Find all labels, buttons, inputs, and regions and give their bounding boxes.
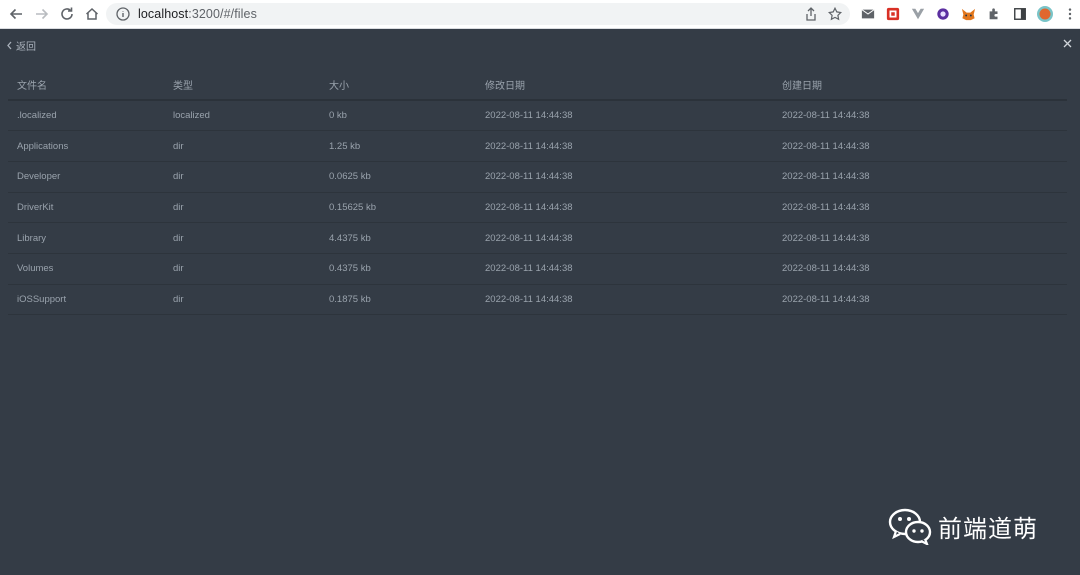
cell-created: 2022-08-11 14:44:38 — [773, 192, 1067, 224]
cell-created: 2022-08-11 14:44:38 — [773, 100, 1067, 132]
cell-type: dir — [164, 161, 320, 193]
back-label: 返回 — [16, 42, 36, 53]
url-host: localhost — [138, 7, 189, 21]
address-bar[interactable]: localhost:3200/#/files — [106, 3, 850, 25]
header-created[interactable]: 创建日期 — [773, 70, 1067, 101]
url-text[interactable]: localhost:3200/#/files — [138, 7, 257, 21]
file-browser-page: 返回 文件名 类型 大小 修改日期 创建日期 .localized locali… — [0, 29, 1080, 575]
profile-avatar[interactable] — [1037, 6, 1053, 22]
close-icon[interactable] — [1063, 39, 1072, 48]
cell-modified: 2022-08-11 14:44:38 — [476, 192, 773, 224]
cell-size: 1.25 kb — [320, 130, 476, 162]
cell-type: dir — [164, 284, 320, 316]
cell-type: dir — [164, 222, 320, 254]
cell-modified: 2022-08-11 14:44:38 — [476, 253, 773, 285]
cell-name: iOSSupport — [8, 284, 164, 316]
extension-purple-icon[interactable] — [935, 6, 951, 22]
more-menu-icon[interactable] — [1062, 6, 1078, 22]
header-type[interactable]: 类型 — [164, 70, 320, 101]
forward-arrow-icon[interactable] — [32, 4, 52, 24]
table-header-row: 文件名 类型 大小 修改日期 创建日期 — [8, 70, 1067, 101]
cell-created: 2022-08-11 14:44:38 — [773, 222, 1067, 254]
browser-toolbar: localhost:3200/#/files — [0, 0, 1080, 29]
cell-type: localized — [164, 100, 320, 132]
share-icon[interactable] — [804, 7, 818, 21]
cell-modified: 2022-08-11 14:44:38 — [476, 100, 773, 132]
cell-size: 0.4375 kb — [320, 253, 476, 285]
table-row[interactable]: DriverKit dir 0.15625 kb 2022-08-11 14:4… — [8, 192, 1067, 224]
url-path: :3200/#/files — [188, 7, 257, 21]
reload-icon[interactable] — [57, 4, 77, 24]
sidebar-icon[interactable] — [1012, 6, 1028, 22]
table-row[interactable]: Developer dir 0.0625 kb 2022-08-11 14:44… — [8, 161, 1067, 193]
cell-modified: 2022-08-11 14:44:38 — [476, 161, 773, 193]
table-row[interactable]: iOSSupport dir 0.1875 kb 2022-08-11 14:4… — [8, 284, 1067, 316]
cell-size: 0.0625 kb — [320, 161, 476, 193]
cell-created: 2022-08-11 14:44:38 — [773, 253, 1067, 285]
mail-icon[interactable] — [860, 6, 876, 22]
cell-size: 0.1875 kb — [320, 284, 476, 316]
table-row[interactable]: Applications dir 1.25 kb 2022-08-11 14:4… — [8, 130, 1067, 162]
header-size[interactable]: 大小 — [320, 70, 476, 101]
cell-size: 4.4375 kb — [320, 222, 476, 254]
watermark-text: 前端道萌 — [938, 514, 1038, 543]
home-icon[interactable] — [82, 4, 102, 24]
cell-created: 2022-08-11 14:44:38 — [773, 284, 1067, 316]
cell-type: dir — [164, 253, 320, 285]
table-row[interactable]: Volumes dir 0.4375 kb 2022-08-11 14:44:3… — [8, 253, 1067, 285]
cell-name: DriverKit — [8, 192, 164, 224]
wechat-icon — [888, 508, 932, 545]
cell-modified: 2022-08-11 14:44:38 — [476, 130, 773, 162]
file-table: 文件名 类型 大小 修改日期 创建日期 .localized localized… — [8, 70, 1067, 316]
header-modified[interactable]: 修改日期 — [476, 70, 773, 101]
vue-devtools-icon[interactable] — [910, 6, 926, 22]
cell-name: Volumes — [8, 253, 164, 285]
table-row[interactable]: Library dir 4.4375 kb 2022-08-11 14:44:3… — [8, 222, 1067, 254]
cell-modified: 2022-08-11 14:44:38 — [476, 284, 773, 316]
metamask-icon[interactable] — [960, 6, 976, 22]
chevron-left-icon — [7, 41, 12, 50]
back-arrow-icon[interactable] — [6, 4, 26, 24]
cell-modified: 2022-08-11 14:44:38 — [476, 222, 773, 254]
cell-name: Applications — [8, 130, 164, 162]
back-button[interactable]: 返回 — [6, 38, 36, 53]
watermark: 前端道萌 — [888, 507, 1038, 545]
cell-name: Developer — [8, 161, 164, 193]
cell-size: 0.15625 kb — [320, 192, 476, 224]
cell-created: 2022-08-11 14:44:38 — [773, 130, 1067, 162]
header-filename[interactable]: 文件名 — [8, 70, 164, 101]
cell-name: .localized — [8, 100, 164, 132]
cell-name: Library — [8, 222, 164, 254]
cell-created: 2022-08-11 14:44:38 — [773, 161, 1067, 193]
cell-type: dir — [164, 130, 320, 162]
info-icon[interactable] — [116, 7, 130, 21]
cell-type: dir — [164, 192, 320, 224]
star-icon[interactable] — [828, 7, 842, 21]
puzzle-icon[interactable] — [986, 6, 1002, 22]
cell-size: 0 kb — [320, 100, 476, 132]
extension-icon[interactable] — [885, 6, 901, 22]
table-row[interactable]: .localized localized 0 kb 2022-08-11 14:… — [8, 100, 1067, 132]
